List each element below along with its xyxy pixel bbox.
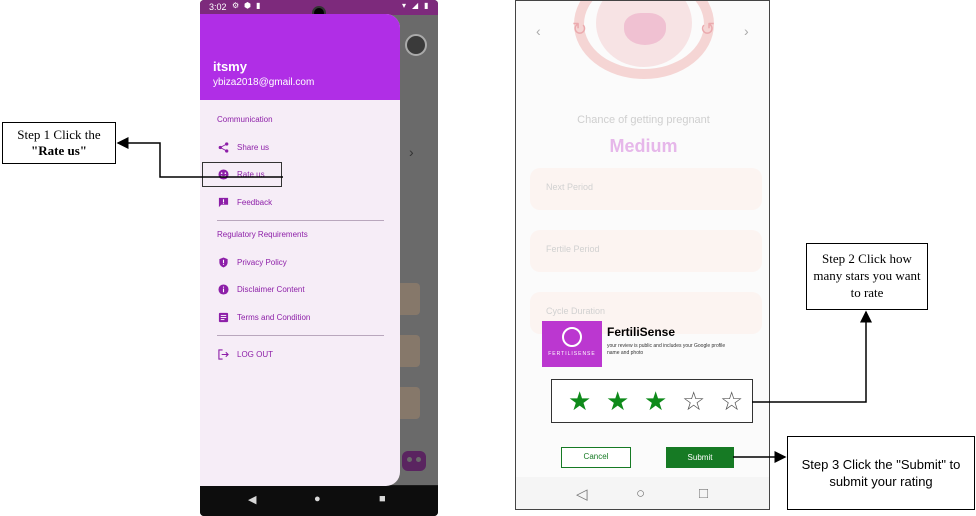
- share-icon: [217, 141, 229, 153]
- section-label-communication: Communication: [217, 115, 273, 124]
- chevron-right-icon[interactable]: ›: [744, 23, 749, 39]
- user-email: ybiza2018@gmail.com: [213, 77, 315, 88]
- rating-dialog: FERTILISENSE FertiliSense your review is…: [542, 321, 769, 375]
- menu-item-label: Share us: [237, 142, 270, 152]
- submit-button[interactable]: Submit: [666, 447, 734, 468]
- menu-item-label: Disclaimer Content: [237, 284, 305, 294]
- chevron-left-icon[interactable]: ‹: [536, 23, 541, 39]
- star-2-icon[interactable]: ★: [606, 384, 629, 418]
- star-5-icon[interactable]: ☆: [720, 384, 743, 418]
- star-1-icon[interactable]: ★: [568, 384, 591, 418]
- home-icon[interactable]: ○: [636, 485, 645, 502]
- recents-icon[interactable]: □: [699, 485, 708, 502]
- brain-icon: [562, 327, 582, 347]
- menu-item-terms[interactable]: Terms and Condition: [217, 308, 377, 326]
- chance-label: Chance of getting pregnant: [577, 114, 710, 126]
- menu-item-disclaimer[interactable]: Disclaimer Content: [217, 280, 377, 298]
- logo-text: FERTILISENSE: [548, 351, 596, 357]
- chevron-right-icon: ›: [409, 144, 414, 160]
- logout-icon: [217, 348, 229, 360]
- menu-item-logout[interactable]: LOG OUT: [217, 345, 377, 363]
- menu-item-feedback[interactable]: Feedback: [217, 193, 377, 211]
- next-period-field: Next Period: [530, 168, 762, 210]
- sim-status-icon: ▮: [256, 1, 261, 10]
- menu-item-label: Privacy Policy: [237, 257, 287, 267]
- menu-item-privacy-policy[interactable]: Privacy Policy: [217, 253, 377, 271]
- menu-item-label: Feedback: [237, 197, 273, 207]
- step3-callout: Step 3 Click the "Submit" to submit your…: [787, 436, 975, 510]
- menu-item-share-us[interactable]: Share us: [217, 138, 377, 156]
- signal-icon: ◢: [412, 1, 419, 10]
- recents-icon[interactable]: ■: [379, 493, 386, 505]
- chatbot-icon[interactable]: [402, 451, 426, 471]
- chance-value: Medium: [609, 136, 678, 156]
- shield-status-icon: ⬢: [244, 1, 251, 10]
- back-icon[interactable]: ◁: [576, 485, 588, 503]
- home-icon[interactable]: ●: [314, 493, 321, 505]
- document-icon: [217, 311, 229, 323]
- step1-callout: Step 1 Click the "Rate us": [2, 122, 116, 164]
- user-name: itsmy: [213, 59, 247, 74]
- wifi-icon: ▾: [402, 1, 407, 10]
- star-4-icon[interactable]: ☆: [682, 384, 705, 418]
- navigation-drawer: itsmy ybiza2018@gmail.com Communication …: [200, 14, 400, 486]
- drawer-divider: [217, 335, 384, 336]
- system-navigation-bar: ◀ ● ■: [200, 486, 438, 516]
- status-time: 3:02: [209, 2, 227, 12]
- cycle-arrow-icon: ↺: [700, 19, 716, 39]
- star-rating: ★ ★ ★ ☆ ☆: [551, 379, 753, 423]
- review-note: your review is public and includes your …: [607, 343, 726, 356]
- settings-status-icon: ⚙: [232, 1, 240, 10]
- cycle-arrow-icon: ↻: [572, 19, 588, 39]
- uterus-icon: [624, 13, 666, 45]
- rate-us-highlight-box: [202, 162, 282, 187]
- info-icon: [217, 283, 229, 295]
- drawer-divider: [217, 220, 384, 221]
- battery-icon: ▮: [424, 1, 429, 10]
- shield-icon: [217, 256, 229, 268]
- system-navigation-bar: ◁ ○ □: [516, 477, 769, 509]
- section-label-regulatory: Regulatory Requirements: [217, 230, 308, 239]
- star-3-icon[interactable]: ★: [644, 384, 667, 418]
- app-name: FertiliSense: [607, 325, 676, 339]
- step1-target: "Rate us": [31, 143, 87, 158]
- fertilisense-logo: FERTILISENSE: [542, 321, 602, 367]
- back-icon[interactable]: ◀: [248, 493, 256, 506]
- fertile-period-field: Fertile Period: [530, 230, 762, 272]
- menu-item-label: Terms and Condition: [237, 312, 311, 322]
- feedback-icon: [217, 196, 229, 208]
- profile-avatar-icon[interactable]: [405, 34, 427, 56]
- drawer-header: itsmy ybiza2018@gmail.com: [200, 14, 400, 100]
- right-phone-screen: ↻ ↺ ‹ › Chance of getting pregnant Mediu…: [515, 0, 770, 510]
- step2-callout: Step 2 Click how many stars you want to …: [806, 243, 928, 310]
- cancel-button[interactable]: Cancel: [561, 447, 631, 468]
- step1-text: Step 1 Click the: [17, 127, 101, 142]
- left-phone-screen: 3:02 ⚙ ⬢ ▮ ▾ ◢ ▮ › itsmy ybiza2018@gmail…: [200, 0, 438, 516]
- menu-item-label: LOG OUT: [237, 349, 274, 359]
